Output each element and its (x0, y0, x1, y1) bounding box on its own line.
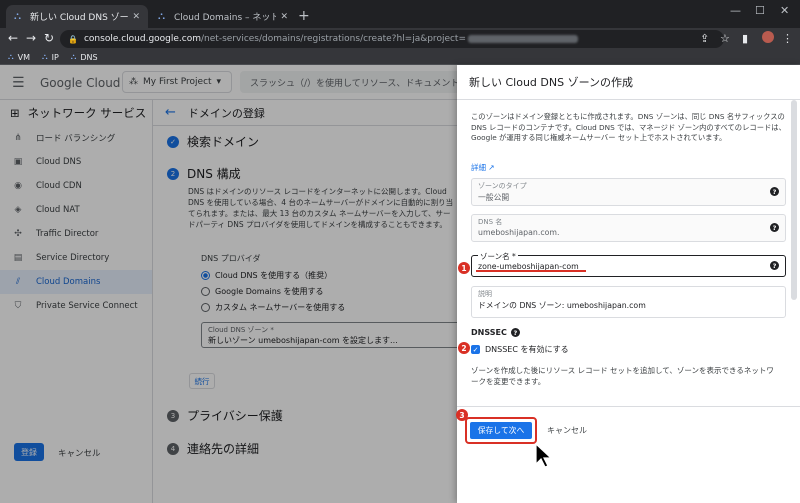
zone-type-field: ゾーンのタイプ 一般公開 ? (471, 178, 786, 206)
reload-icon[interactable]: ↻ (44, 31, 54, 45)
close-tab-icon[interactable]: ✕ (132, 12, 140, 22)
redacted-project-id (468, 35, 579, 43)
menu-icon[interactable]: ⋮ (782, 32, 793, 45)
bookmark-dns[interactable]: ⛬ DNS (71, 52, 98, 62)
gcp-favicon-icon: ⛬ (14, 10, 21, 22)
profile-avatar[interactable] (762, 31, 774, 43)
maximize-icon[interactable]: ☐ (755, 4, 765, 17)
tab-title: 新しい Cloud DNS ゾーンの作成 – ネ (30, 13, 129, 23)
help-icon[interactable]: ? (770, 261, 779, 270)
modal-backdrop[interactable] (0, 65, 457, 503)
close-tab-icon[interactable]: ✕ (280, 12, 288, 22)
panel-description: このゾーンはドメイン登録とともに作成されます。DNS ゾーンは、同じ DNS 名… (471, 112, 786, 142)
gcp-icon: ⛬ (70, 52, 77, 61)
bookmark-vm[interactable]: ⛬ VM (8, 52, 30, 62)
address-bar[interactable]: 🔒 console.cloud.google.com /net-services… (60, 30, 724, 48)
step-marker-1: 1 (458, 262, 470, 274)
minimize-icon[interactable]: — (730, 4, 741, 17)
dnssec-heading: DNSSEC ? (471, 328, 520, 337)
tab-cloud-domains[interactable]: ⛬ Cloud Domains – ネットワーク サービ ✕ (150, 5, 296, 28)
back-icon[interactable]: ← (8, 31, 18, 45)
bookmark-ip[interactable]: ⛬ IP (42, 52, 59, 62)
gcp-icon: ⛬ (41, 52, 48, 61)
help-icon[interactable]: ? (770, 223, 779, 232)
help-icon[interactable]: ? (510, 328, 520, 337)
panel-title: 新しい Cloud DNS ゾーンの作成 (457, 65, 800, 100)
url-path: /net-services/domains/registrations/crea… (201, 34, 467, 44)
step-marker-2: 2 (458, 342, 470, 354)
save-and-next-button-highlight: 保存して次へ (465, 417, 537, 444)
sidebar-icon[interactable]: ▮ (742, 32, 748, 45)
gcp-icon: ⛬ (8, 52, 14, 61)
share-icon[interactable]: ⇪ (700, 32, 709, 45)
description-textarea[interactable]: 説明 ドメインの DNS ゾーン: umeboshijapan.com (471, 286, 786, 318)
forward-icon[interactable]: → (26, 31, 36, 45)
dns-name-field: DNS 名 umeboshijapan.com. ? (471, 214, 786, 242)
help-icon[interactable]: ? (770, 187, 779, 196)
learn-more-link[interactable]: 詳細 ↗ (471, 162, 495, 173)
close-window-icon[interactable]: ✕ (780, 4, 789, 17)
tab-title: Cloud Domains – ネットワーク サービ (174, 13, 277, 23)
step-marker-3: 3 (456, 409, 468, 421)
tab-dns-zone[interactable]: ⛬ 新しい Cloud DNS ゾーンの作成 – ネ ✕ (6, 5, 148, 28)
divider (457, 406, 800, 407)
lock-icon: 🔒 (68, 34, 78, 44)
checkbox-checked-icon: ✓ (471, 345, 480, 354)
zone-name-input[interactable]: ゾーン名 * zone-umeboshijapan-com ? (471, 251, 786, 277)
panel-scrollbar[interactable] (791, 100, 797, 300)
browser-toolbar: ← → ↻ 🔒 console.cloud.google.com /net-se… (0, 28, 800, 50)
dnssec-checkbox[interactable]: ✓ DNSSEC を有効にする (471, 344, 569, 355)
mouse-cursor-icon (535, 442, 553, 468)
bookmarks-bar: ⛬ VM ⛬ IP ⛬ DNS (0, 50, 800, 65)
highlight-underline (476, 270, 586, 272)
panel-cancel-button[interactable]: キャンセル (547, 425, 587, 436)
url-host: console.cloud.google.com (83, 34, 202, 44)
save-and-next-button[interactable]: 保存して次へ (470, 422, 532, 439)
gcp-favicon-icon: ⛬ (158, 10, 165, 22)
panel-note: ゾーンを作成した後にリソース レコード セットを追加して、ゾーンを表示できるネッ… (471, 366, 774, 386)
browser-tab-strip: ⛬ 新しい Cloud DNS ゾーンの作成 – ネ ✕ ⛬ Cloud Dom… (0, 0, 800, 28)
new-tab-icon[interactable]: + (298, 8, 310, 24)
create-zone-panel: 新しい Cloud DNS ゾーンの作成 このゾーンはドメイン登録とともに作成さ… (457, 65, 800, 503)
bookmark-star-icon[interactable]: ☆ (720, 32, 730, 45)
